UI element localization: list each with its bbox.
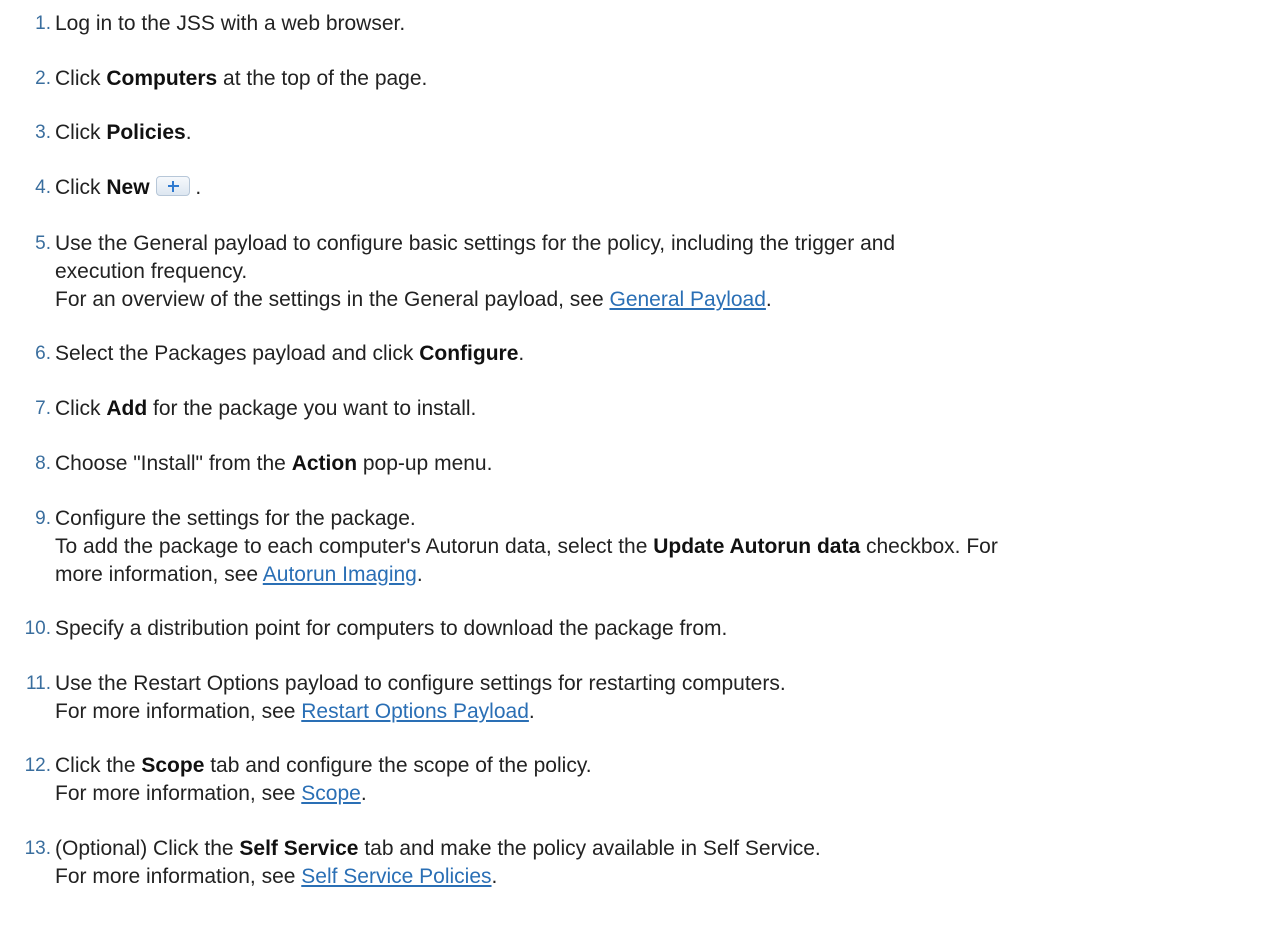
step-text: Click Policies. xyxy=(55,121,192,144)
step-text: Choose "Install" from the Action pop-up … xyxy=(55,452,493,475)
step-text: (Optional) Click the Self Service tab an… xyxy=(55,837,821,888)
ui-term: Scope xyxy=(141,754,205,777)
step-number: 9. xyxy=(35,508,51,529)
scope-link[interactable]: Scope xyxy=(301,782,361,805)
step-number: 11. xyxy=(25,673,51,694)
step-number: 1. xyxy=(35,13,51,34)
step-number: 12. xyxy=(24,755,51,776)
ui-term: Add xyxy=(106,397,148,420)
step-text: Click the Scope tab and configure the sc… xyxy=(55,754,592,805)
step-text: Specify a distribution point for compute… xyxy=(55,617,728,640)
step-number: 7. xyxy=(35,398,51,419)
ui-term: Action xyxy=(291,452,358,475)
step-text: Configure the settings for the package. … xyxy=(55,507,998,586)
step-text: Click Computers at the top of the page. xyxy=(55,67,428,90)
step-text: Use the Restart Options payload to confi… xyxy=(55,672,786,723)
restart-options-payload-link[interactable]: Restart Options Payload xyxy=(301,700,529,723)
self-service-policies-link[interactable]: Self Service Policies xyxy=(301,865,491,888)
ui-term: New xyxy=(106,176,150,199)
ui-term: Self Service xyxy=(239,837,359,860)
step-number: 13. xyxy=(24,838,51,859)
ui-term: Computers xyxy=(106,67,218,90)
step-number: 2. xyxy=(35,68,51,89)
step-number: 4. xyxy=(35,177,51,198)
ui-term: Configure xyxy=(419,342,519,365)
autorun-imaging-link[interactable]: Autorun Imaging xyxy=(263,563,417,586)
ui-term: Update Autorun data xyxy=(653,535,861,558)
ui-term: Policies xyxy=(106,121,186,144)
step-number: 3. xyxy=(35,122,51,143)
general-payload-link[interactable]: General Payload xyxy=(609,288,765,311)
step-number: 10. xyxy=(24,618,51,639)
step-number: 5. xyxy=(35,233,51,254)
add-plus-icon xyxy=(155,176,190,196)
step-text: Click Add for the package you want to in… xyxy=(55,397,477,420)
step-number: 6. xyxy=(35,343,51,364)
step-number: 8. xyxy=(35,453,51,474)
step-text: Click New . xyxy=(55,176,202,199)
step-text: Select the Packages payload and click Co… xyxy=(55,342,525,365)
step-text: Use the General payload to configure bas… xyxy=(55,232,896,311)
step-text: Log in to the JSS with a web browser. xyxy=(55,12,406,35)
